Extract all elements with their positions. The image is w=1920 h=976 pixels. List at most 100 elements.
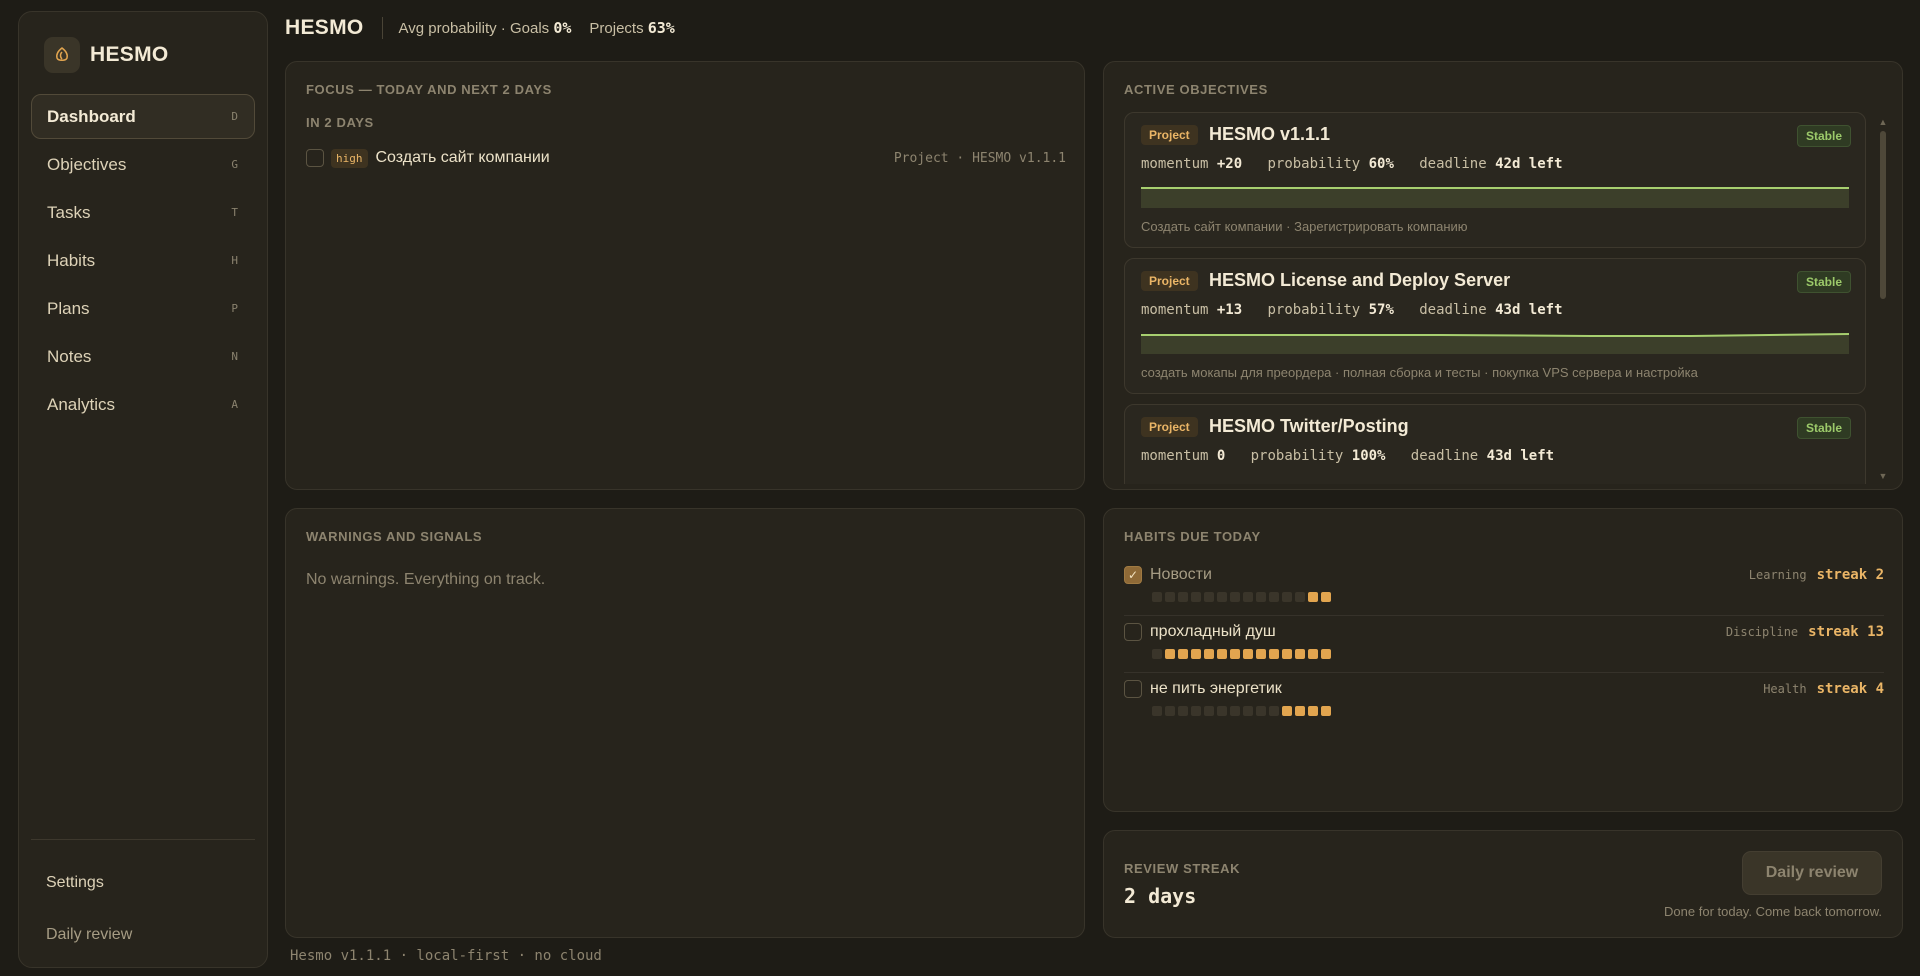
panel-title: WARNINGS AND SIGNALS <box>306 529 483 544</box>
habit-day-dot <box>1178 649 1188 659</box>
deadline-value: 43d left <box>1486 448 1555 464</box>
habit-category: Learning <box>1748 568 1807 582</box>
habit-day-dot <box>1204 592 1214 602</box>
nav-shortcut: T <box>231 206 238 219</box>
habits-panel: HABITS DUE TODAY Новости Learning streak… <box>1103 508 1903 812</box>
habit-streak: streak 4 <box>1816 681 1884 697</box>
header: HESMO Avg probability · Goals 0% Project… <box>285 15 693 41</box>
panel-title: ACTIVE OBJECTIVES <box>1124 82 1268 97</box>
nav-item-dashboard[interactable]: Dashboard D <box>31 94 255 139</box>
objective-subtasks: создать мокапы для преордера · полная сб… <box>1141 365 1698 380</box>
habit-divider <box>1124 672 1884 673</box>
habit-day-dot <box>1230 706 1240 716</box>
panel-title: FOCUS — TODAY AND NEXT 2 DAYS <box>306 82 552 97</box>
habit-day-dot <box>1256 649 1266 659</box>
habit-day-dot <box>1282 649 1292 659</box>
habit-divider <box>1124 615 1884 616</box>
habit-row[interactable]: не пить энергетик Health streak 4 <box>1124 678 1884 734</box>
habit-row[interactable]: Новости Learning streak 2 <box>1124 564 1884 620</box>
objective-type-badge: Project <box>1141 125 1198 145</box>
momentum-sparkline <box>1141 333 1849 354</box>
task-checkbox[interactable] <box>306 149 324 167</box>
goals-probability-value: 0% <box>553 19 572 37</box>
task-row[interactable]: high Создать сайт компании Project · HES… <box>306 146 1066 170</box>
objective-type-badge: Project <box>1141 417 1198 437</box>
nav-item-habits[interactable]: Habits H <box>31 238 255 283</box>
warnings-panel: WARNINGS AND SIGNALS No warnings. Everyt… <box>285 508 1085 938</box>
habit-checkbox[interactable] <box>1124 566 1142 584</box>
objective-title: HESMO v1.1.1 <box>1209 124 1331 144</box>
brand[interactable]: HESMO <box>44 37 169 73</box>
nav-label: Habits <box>47 250 96 270</box>
habit-day-dot <box>1321 706 1331 716</box>
habit-checkbox[interactable] <box>1124 623 1142 641</box>
objective-metrics: momentum 0 probability 100% deadline 43d… <box>1141 448 1554 464</box>
habit-name: прохладный душ <box>1150 623 1276 640</box>
habit-day-dot <box>1191 706 1201 716</box>
deadline-label: deadline <box>1419 302 1487 318</box>
habit-day-dot <box>1243 649 1253 659</box>
review-streak-value: 2 days <box>1124 884 1197 908</box>
habit-day-dot <box>1269 649 1279 659</box>
objective-card[interactable]: Project HESMO v1.1.1 Stable momentum +20… <box>1124 112 1866 248</box>
habit-day-dot <box>1217 592 1227 602</box>
nav-label: Objectives <box>47 154 127 174</box>
daily-review-link[interactable]: Daily review <box>46 926 132 944</box>
habit-day-dot <box>1243 592 1253 602</box>
projects-probability: Projects 63% <box>589 19 674 37</box>
habit-streak: streak 13 <box>1808 624 1884 640</box>
status-badge: Stable <box>1796 417 1851 439</box>
habit-day-dot <box>1256 706 1266 716</box>
objective-type-badge: Project <box>1141 271 1198 291</box>
nav-item-notes[interactable]: Notes N <box>31 334 255 379</box>
task-text: Создать сайт компании <box>375 149 550 166</box>
nav-item-tasks[interactable]: Tasks T <box>31 190 255 235</box>
nav-item-plans[interactable]: Plans P <box>31 286 255 331</box>
objective-card[interactable]: Project HESMO Twitter/Posting Stable mom… <box>1124 404 1866 484</box>
objective-card[interactable]: Project HESMO License and Deploy Server … <box>1124 258 1866 394</box>
habit-day-dot <box>1178 706 1188 716</box>
header-divider <box>381 17 383 39</box>
nav-label: Tasks <box>47 202 91 222</box>
priority-badge: high <box>331 148 368 168</box>
footer-text: Hesmo v1.1.1 · local-first · no cloud <box>290 948 602 964</box>
nav-shortcut: P <box>231 302 238 315</box>
objectives-scrollbar[interactable]: ▲ ▼ <box>1878 117 1888 481</box>
habit-day-dot <box>1178 592 1188 602</box>
habit-day-dot <box>1204 706 1214 716</box>
objective-metrics: momentum +13 probability 57% deadline 43… <box>1141 302 1563 318</box>
momentum-label: momentum <box>1141 156 1209 172</box>
nav-item-objectives[interactable]: Objectives G <box>31 142 255 187</box>
projects-probability-value: 63% <box>647 19 675 37</box>
status-badge: Stable <box>1796 125 1851 147</box>
scroll-down-icon[interactable]: ▼ <box>1878 471 1888 481</box>
nav-shortcut: G <box>231 158 238 171</box>
habit-checkbox[interactable] <box>1124 680 1142 698</box>
habit-day-dot <box>1152 649 1162 659</box>
momentum-value: +13 <box>1216 302 1243 318</box>
objective-title: HESMO License and Deploy Server <box>1209 270 1511 290</box>
nav-label: Dashboard <box>47 106 136 126</box>
scroll-thumb[interactable] <box>1880 131 1886 299</box>
habit-day-dot <box>1165 649 1175 659</box>
status-badge: Stable <box>1796 271 1851 293</box>
habit-row[interactable]: прохладный душ Discipline streak 13 <box>1124 621 1884 677</box>
habit-day-dot <box>1282 706 1292 716</box>
nav-shortcut: D <box>231 110 238 123</box>
main-nav: Dashboard D Objectives G Tasks T Habits … <box>31 94 255 430</box>
nav-label: Notes <box>47 346 92 366</box>
sidebar-divider <box>31 839 255 840</box>
habit-day-dot <box>1152 706 1162 716</box>
habit-day-dot <box>1230 649 1240 659</box>
scroll-up-icon[interactable]: ▲ <box>1878 117 1888 127</box>
deadline-label: deadline <box>1410 448 1479 464</box>
daily-review-button[interactable]: Daily review <box>1742 851 1882 895</box>
settings-link[interactable]: Settings <box>46 874 104 892</box>
habit-day-dot <box>1295 592 1305 602</box>
objectives-list[interactable]: Project HESMO v1.1.1 Stable momentum +20… <box>1124 112 1866 484</box>
focus-panel: FOCUS — TODAY AND NEXT 2 DAYS IN 2 DAYS … <box>285 61 1085 490</box>
probability-value: 60% <box>1368 156 1394 172</box>
probability-value: 57% <box>1368 302 1394 318</box>
nav-item-analytics[interactable]: Analytics A <box>31 382 255 427</box>
page-title: HESMO <box>285 16 364 39</box>
